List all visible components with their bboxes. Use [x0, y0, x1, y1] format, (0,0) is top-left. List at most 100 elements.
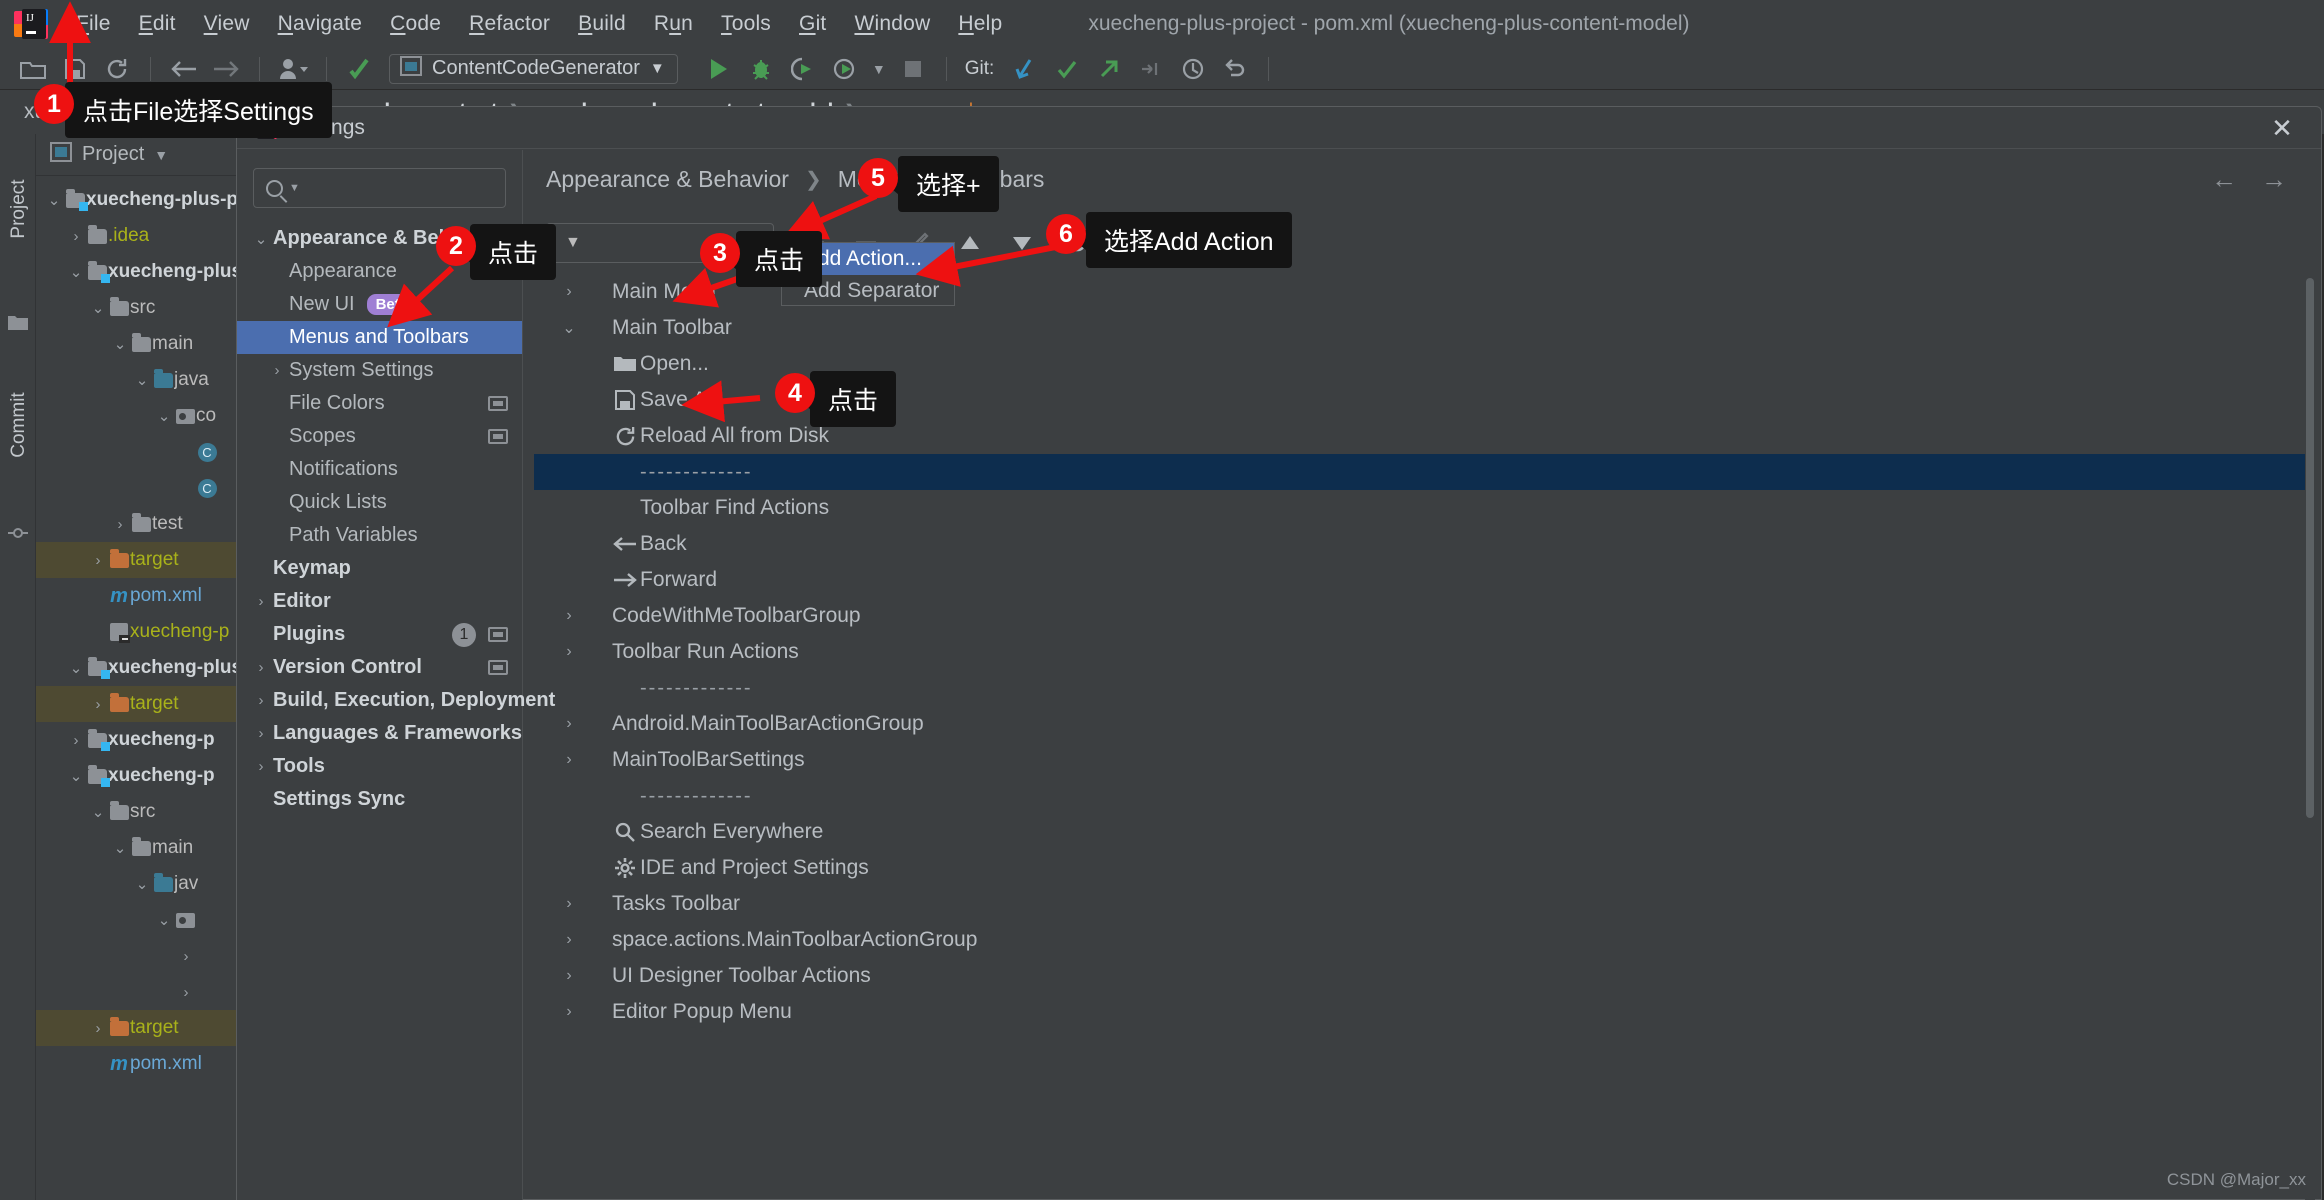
project-tree-row[interactable]: mpom.xml: [36, 1046, 241, 1082]
back-arrow-icon[interactable]: [165, 53, 203, 85]
settings-category-languages-frameworks[interactable]: ›Languages & Frameworks: [237, 717, 522, 750]
actions-tree-row[interactable]: Back: [534, 526, 2309, 562]
tree-expander-icon[interactable]: ⌄: [132, 875, 152, 893]
project-tree-row[interactable]: ⌄xuecheng-p: [36, 758, 241, 794]
tree-expander-icon[interactable]: ›: [249, 659, 273, 676]
move-down-icon[interactable]: [996, 223, 1048, 263]
tree-expander-icon[interactable]: ⌄: [132, 371, 152, 389]
project-tree-row[interactable]: C: [36, 434, 241, 470]
tree-expander-icon[interactable]: ⌄: [44, 191, 64, 209]
menu-item-tools[interactable]: Tools: [707, 12, 785, 36]
actions-tree-row[interactable]: ⌄Main Toolbar: [534, 310, 2309, 346]
project-tree-row[interactable]: ›target: [36, 542, 241, 578]
project-tree-row[interactable]: ⌄main: [36, 830, 241, 866]
actions-tree-row[interactable]: IDE and Project Settings: [534, 850, 2309, 886]
open-folder-icon[interactable]: [14, 53, 52, 85]
tree-expander-icon[interactable]: ›: [249, 758, 273, 775]
tree-expander-icon[interactable]: ⌄: [66, 659, 86, 677]
project-tree-row[interactable]: ⌄xuecheng-plus-p: [36, 182, 241, 218]
menu-item-window[interactable]: Window: [840, 12, 944, 36]
tree-expander-icon[interactable]: ⌄: [88, 299, 108, 317]
actions-tree-row[interactable]: Reload All from Disk: [534, 418, 2309, 454]
update-project-icon[interactable]: [1006, 53, 1044, 85]
history-icon[interactable]: [1174, 53, 1212, 85]
actions-tree-separator-row[interactable]: -------------: [534, 454, 2309, 490]
menu-item-code[interactable]: Code: [376, 12, 455, 36]
settings-category-notifications[interactable]: Notifications: [237, 453, 522, 486]
project-tree-row[interactable]: ›.idea: [36, 218, 241, 254]
project-file-tree[interactable]: ⌄xuecheng-plus-p›.idea⌄xuecheng-plus⌄src…: [36, 176, 241, 1082]
settings-category-editor[interactable]: ›Editor: [237, 585, 522, 618]
back-arrow-icon[interactable]: ←: [2211, 164, 2237, 195]
tree-expander-icon[interactable]: ⌄: [88, 803, 108, 821]
settings-category-system-settings[interactable]: ›System Settings: [237, 354, 522, 387]
tree-expander-icon[interactable]: ›: [66, 228, 86, 245]
tree-expander-icon[interactable]: ⌄: [66, 263, 86, 281]
settings-category-build-execution-deployment[interactable]: ›Build, Execution, Deployment: [237, 684, 522, 717]
tree-expander-icon[interactable]: ›: [249, 725, 273, 742]
settings-category-version-control[interactable]: ›Version Control: [237, 651, 522, 684]
tree-expander-icon[interactable]: ⌄: [66, 767, 86, 785]
project-panel-header[interactable]: Project ▼: [36, 134, 241, 176]
tree-expander-icon[interactable]: ›: [176, 984, 196, 1001]
tree-expander-icon[interactable]: ›: [88, 552, 108, 569]
profiler-dropdown-icon[interactable]: ▼: [868, 53, 890, 85]
actions-tree-separator-row[interactable]: -------------: [534, 670, 2309, 706]
settings-search-input[interactable]: ▼: [253, 168, 506, 208]
tree-expander-icon[interactable]: ›: [556, 1003, 582, 1021]
project-tree-row[interactable]: ⌄co: [36, 398, 241, 434]
tree-expander-icon[interactable]: ⌄: [110, 839, 130, 857]
menu-item-view[interactable]: View: [190, 12, 264, 36]
project-tree-row[interactable]: xuecheng-p: [36, 614, 241, 650]
commit-branch-icon[interactable]: [8, 524, 28, 540]
tree-expander-icon[interactable]: ›: [556, 751, 582, 769]
actions-tree-row[interactable]: Search Everywhere: [534, 814, 2309, 850]
actions-tree-scrollbar[interactable]: [2305, 278, 2315, 1200]
forward-arrow-icon[interactable]: →: [2261, 164, 2287, 195]
tree-expander-icon[interactable]: ›: [556, 895, 582, 913]
settings-category-quick-lists[interactable]: Quick Lists: [237, 486, 522, 519]
project-folder-icon[interactable]: [8, 314, 28, 330]
actions-tree-row[interactable]: ›Editor Popup Menu: [534, 994, 2309, 1030]
project-tree-row[interactable]: mpom.xml: [36, 578, 241, 614]
settings-category-path-variables[interactable]: Path Variables: [237, 519, 522, 552]
project-tree-row[interactable]: ⌄java: [36, 362, 241, 398]
project-tree-row[interactable]: ⌄src: [36, 290, 241, 326]
actions-tree-row[interactable]: Toolbar Find Actions: [534, 490, 2309, 526]
forward-arrow-icon[interactable]: [207, 53, 245, 85]
project-tree-row[interactable]: ›: [36, 974, 241, 1010]
debug-icon[interactable]: [742, 53, 780, 85]
reload-from-disk-icon[interactable]: [98, 53, 136, 85]
tree-expander-icon[interactable]: ›: [110, 516, 130, 533]
commit-icon[interactable]: [1048, 53, 1086, 85]
actions-tree-row[interactable]: ›Toolbar Run Actions: [534, 634, 2309, 670]
settings-category-scopes[interactable]: Scopes: [237, 420, 522, 453]
push-icon[interactable]: [1090, 53, 1128, 85]
actions-tree-row[interactable]: ›UI Designer Toolbar Actions: [534, 958, 2309, 994]
project-tree-row[interactable]: ⌄: [36, 902, 241, 938]
project-tree-row[interactable]: ›target: [36, 1010, 241, 1046]
project-tree-row[interactable]: ⌄jav: [36, 866, 241, 902]
stop-icon[interactable]: [894, 53, 932, 85]
actions-tree-row[interactable]: ›MainToolBarSettings: [534, 742, 2309, 778]
chevron-down-icon[interactable]: ▼: [154, 147, 168, 163]
settings-category-plugins[interactable]: Plugins1: [237, 618, 522, 651]
save-all-icon[interactable]: [56, 53, 94, 85]
tree-expander-icon[interactable]: ›: [265, 362, 289, 379]
run-configuration-selector[interactable]: ContentCodeGenerator ▼: [389, 54, 678, 84]
actions-tree-row[interactable]: Forward: [534, 562, 2309, 598]
project-tree-row[interactable]: ›target: [36, 686, 241, 722]
tree-expander-icon[interactable]: ›: [249, 593, 273, 610]
project-tree-row[interactable]: ›test: [36, 506, 241, 542]
settings-category-new-ui[interactable]: New UIBeta: [237, 288, 522, 321]
tree-expander-icon[interactable]: ›: [249, 692, 273, 709]
menu-item-refactor[interactable]: Refactor: [455, 12, 564, 36]
actions-tree-row[interactable]: ›Android.MainToolBarActionGroup: [534, 706, 2309, 742]
menu-item-run[interactable]: Run: [640, 12, 707, 36]
menu-item-navigate[interactable]: Navigate: [264, 12, 377, 36]
build-icon[interactable]: [341, 53, 379, 85]
tree-expander-icon[interactable]: ›: [88, 696, 108, 713]
menu-item-file[interactable]: File: [62, 12, 125, 36]
tree-expander-icon[interactable]: ⌄: [556, 318, 582, 338]
tree-expander-icon[interactable]: ›: [556, 931, 582, 949]
